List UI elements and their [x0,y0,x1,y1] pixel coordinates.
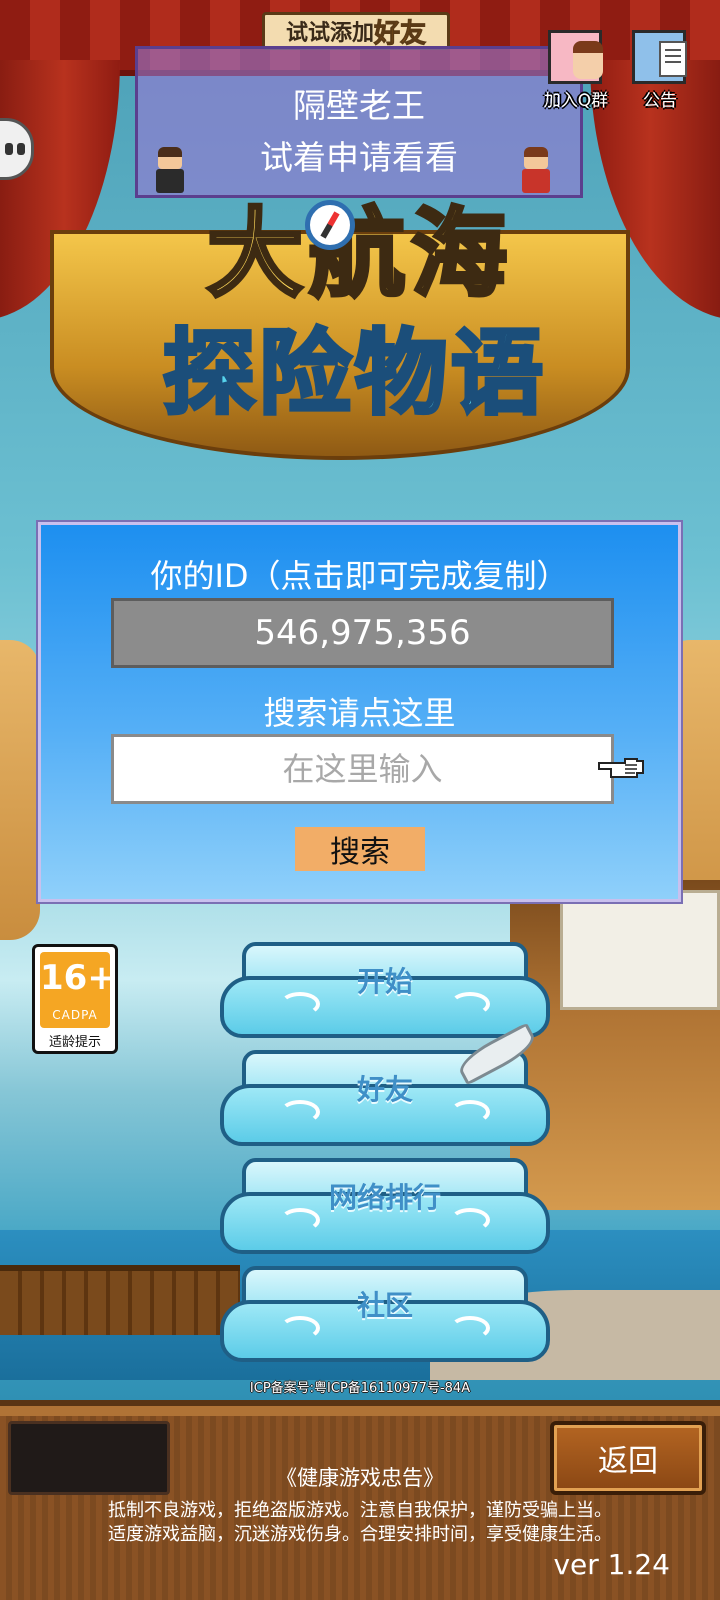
id-search-panel: 你的ID（点击即可完成复制） 546,975,356 搜索请点这里 搜索 [36,520,683,904]
suggestion-hint: 试着申请看看 [260,138,458,177]
online-ranking-button-label: 网络排行 [328,1181,441,1214]
notice-button[interactable]: 公告 [622,30,698,111]
friend-suggestion-panel[interactable]: 隔壁老王 试着申请看看 [135,46,583,198]
age-rating-org: CADPA [52,1008,98,1022]
player-id-copy-box[interactable]: 546,975,356 [111,598,614,668]
start-button-label: 开始 [356,965,413,998]
boy-character-icon [150,147,190,195]
friend-id-search-input[interactable] [111,734,614,804]
community-button[interactable]: 社区 [220,1266,550,1364]
join-qq-group-label: 加入Q群 [543,91,609,111]
age-rating-tip: 适龄提示 [48,1035,101,1050]
background-ship-sail [560,890,720,1010]
age-rating-value: 16+ [40,958,116,998]
notice-document-icon [632,30,687,84]
community-button-label: 社区 [356,1289,413,1322]
game-logo-line2: 探险物语 [161,318,547,429]
search-title: 搜索请点这里 [263,694,456,732]
start-button[interactable]: 开始 [220,942,550,1040]
notice-label: 公告 [643,91,677,111]
join-qq-group-button[interactable]: 加入Q群 [538,30,614,111]
suggested-friend-name: 隔壁老王 [293,86,425,125]
online-ranking-button[interactable]: 网络排行 [220,1158,550,1256]
wooden-pier [0,1265,240,1335]
qq-group-avatar-icon [548,30,603,84]
version-label: ver 1.24 [553,1548,670,1581]
health-advice-title: 《健康游戏忠告》 [276,1466,444,1490]
girl-character-icon [516,147,556,195]
friends-button-label: 好友 [356,1073,413,1106]
game-logo-line1: 大航海 [205,196,513,312]
add-friend-banner-highlight: 好友 [373,18,427,49]
pointing-hand-icon [598,758,644,778]
cliff-left [0,640,40,940]
bottom-bar: 返回 《健康游戏忠告》 抵制不良游戏，拒绝盗版游戏。注意自我保护，谨防受骗上当。… [0,1400,720,1600]
your-id-title: 你的ID（点击即可完成复制） [150,557,569,595]
health-advice-line-2: 适度游戏益脑，沉迷游戏伤身。合理安排时间，享受健康生活。 [108,1524,612,1545]
search-button[interactable]: 搜索 [295,827,425,871]
compass-icon [305,200,355,250]
health-advice-line-1: 抵制不良游戏，拒绝盗版游戏。注意自我保护，谨防受骗上当。 [108,1500,612,1521]
add-friend-banner: 试试添加 好友 [262,12,450,50]
icp-license-text: ICP备案号:粤ICP备16110977号-84A [249,1381,471,1396]
age-rating-badge: 16+ CADPA 适龄提示 [32,944,118,1054]
add-friend-banner-prefix: 试试添加 [285,21,374,46]
